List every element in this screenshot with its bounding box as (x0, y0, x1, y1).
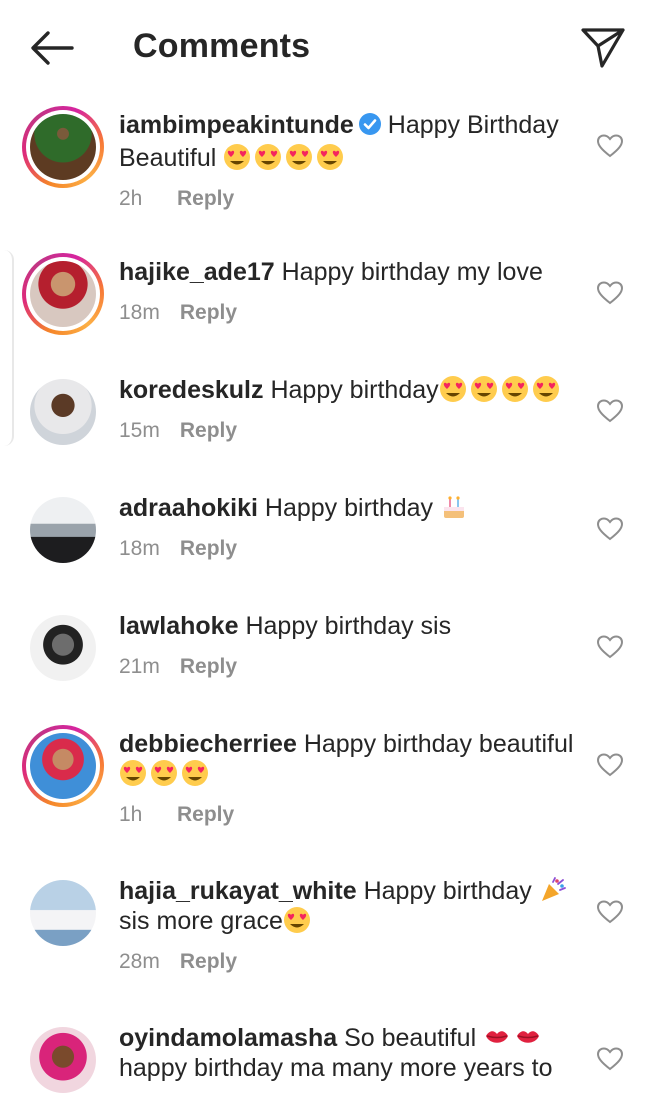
heart-eyes-emoji-icon (317, 144, 344, 170)
like-heart-icon[interactable] (597, 900, 623, 924)
avatar[interactable] (22, 371, 104, 453)
party-popper-emoji-icon (541, 877, 566, 901)
reply-button[interactable]: Reply (180, 655, 237, 678)
comment-row: debbiecherriee Happy birthday beautiful … (0, 717, 662, 864)
paper-plane-icon (581, 28, 625, 68)
like-heart-icon[interactable] (597, 1047, 623, 1071)
comment-meta: 1h Reply (119, 803, 579, 827)
heart-eyes-emoji-icon (286, 144, 313, 170)
comment-text: lawlahoke Happy birthday sis (119, 611, 579, 641)
username[interactable]: koredeskulz (119, 376, 264, 404)
comment-text: hajike_ade17 Happy birthday my love (119, 257, 579, 287)
heart-eyes-emoji-icon (283, 907, 310, 933)
like-heart-icon[interactable] (597, 399, 623, 423)
like-heart-icon[interactable] (597, 753, 623, 777)
comment-text: debbiecherriee Happy birthday beautiful (119, 729, 579, 789)
emoji-group (439, 376, 563, 404)
comment-row: lawlahoke Happy birthday sis 21m Reply (0, 599, 662, 717)
username[interactable]: hajia_rukayat_white (119, 877, 357, 905)
avatar[interactable] (22, 106, 104, 188)
heart-eyes-emoji-icon (224, 144, 251, 170)
heart-eyes-emoji-icon (532, 376, 559, 402)
kiss-mark-emoji-icon (486, 1031, 509, 1043)
comment-text: adraahokiki Happy birthday (119, 493, 579, 523)
comment-body-continued: sis more grace (119, 907, 283, 935)
reply-button[interactable]: Reply (180, 301, 237, 324)
birthday-cake-emoji-icon (444, 496, 465, 518)
back-button[interactable] (28, 28, 76, 68)
heart-eyes-emoji-icon (255, 144, 282, 170)
reply-button[interactable]: Reply (180, 537, 237, 560)
comment-meta: 18m Reply (119, 301, 579, 325)
page-title: Comments (133, 27, 311, 65)
like-heart-icon[interactable] (597, 134, 623, 158)
username[interactable]: oyindamolamasha (119, 1024, 337, 1052)
reply-button[interactable]: Reply (177, 803, 234, 826)
avatar[interactable] (22, 489, 104, 571)
avatar[interactable] (22, 607, 104, 689)
timestamp: 18m (119, 301, 160, 324)
comment-body: Happy birthday (270, 376, 439, 404)
heart-eyes-emoji-icon (470, 376, 497, 402)
comment-row: iambimpeakintunde Happy Birthday Beautifu… (0, 98, 662, 245)
username[interactable]: adraahokiki (119, 494, 258, 522)
timestamp: 1h (119, 803, 143, 826)
username[interactable]: lawlahoke (119, 612, 239, 640)
comment-text: hajia_rukayat_white Happy birthday sis m… (119, 876, 579, 936)
comment-list: iambimpeakintunde Happy Birthday Beautifu… (0, 98, 662, 1111)
timestamp: 28m (119, 950, 160, 973)
avatar[interactable] (22, 1019, 104, 1101)
username[interactable]: hajike_ade17 (119, 258, 275, 286)
kiss-mark-emoji-icon (517, 1031, 540, 1043)
username[interactable]: iambimpeakintunde (119, 111, 354, 139)
comment-body: Happy birthday beautiful (303, 730, 574, 758)
timestamp: 15m (119, 419, 160, 442)
heart-eyes-emoji-icon (151, 760, 177, 786)
avatar[interactable] (22, 253, 104, 335)
comment-row: koredeskulz Happy birthday 15m Reply (0, 363, 662, 481)
arrow-left-icon (31, 31, 74, 65)
comment-text: iambimpeakintunde Happy Birthday Beautifu… (119, 110, 579, 173)
timestamp: 2h (119, 187, 143, 210)
comment-text: koredeskulz Happy birthday (119, 375, 579, 405)
reply-button[interactable]: Reply (177, 187, 234, 210)
avatar[interactable] (22, 872, 104, 954)
like-heart-icon[interactable] (597, 281, 623, 305)
comment-body: Happy birthday (264, 494, 434, 522)
verified-badge-icon (358, 112, 382, 143)
comment-meta: 2h Reply (119, 187, 579, 211)
emoji-group (119, 760, 212, 788)
comment-meta: 21m Reply (119, 655, 579, 679)
avatar[interactable] (22, 725, 104, 807)
comment-row: hajia_rukayat_white Happy birthday sis m… (0, 864, 662, 1011)
comment-row: hajike_ade17 Happy birthday my love 18m R… (0, 245, 662, 363)
comment-body-continued: happy birthday ma many more years to (119, 1054, 553, 1082)
share-button[interactable] (580, 26, 626, 70)
like-heart-icon[interactable] (597, 517, 623, 541)
reply-button[interactable]: Reply (180, 950, 237, 973)
comment-text: oyindamolamasha So beautiful happy birth… (119, 1023, 579, 1083)
heart-eyes-emoji-icon (182, 760, 208, 786)
timestamp: 21m (119, 655, 160, 678)
comment-body: Happy birthday my love (281, 258, 543, 286)
heart-eyes-emoji-icon (120, 760, 146, 786)
comment-body: So beautiful (344, 1024, 477, 1052)
comment-row: oyindamolamasha So beautiful happy birth… (0, 1011, 662, 1111)
comment-meta: 28m Reply (119, 950, 579, 974)
comment-meta: 18m Reply (119, 537, 579, 561)
like-heart-icon[interactable] (597, 635, 623, 659)
reply-button[interactable]: Reply (180, 419, 237, 442)
comment-body: Happy birthday (363, 877, 532, 905)
comment-row: adraahokiki Happy birthday 18m Reply (0, 481, 662, 599)
username[interactable]: debbiecherriee (119, 730, 297, 758)
emoji-group (223, 144, 347, 172)
comment-body: Happy birthday sis (245, 612, 452, 640)
top-bar: Comments (0, 0, 662, 96)
timestamp: 18m (119, 537, 160, 560)
heart-eyes-emoji-icon (501, 376, 528, 402)
heart-eyes-emoji-icon (439, 376, 466, 402)
comment-meta: 15m Reply (119, 419, 579, 443)
